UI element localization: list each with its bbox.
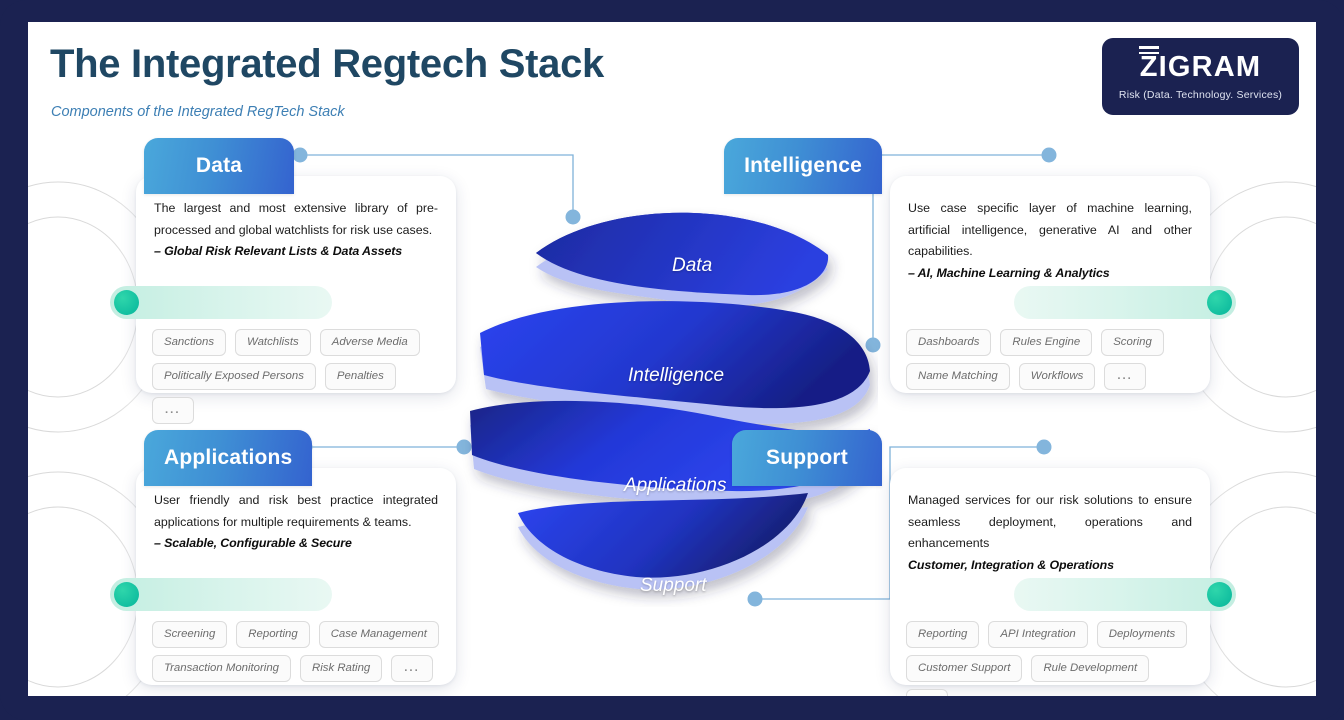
teal-dot-icon bbox=[1207, 290, 1232, 315]
card-data-accent-pill bbox=[110, 286, 332, 319]
card-support-chips: Reporting API Integration Deployments Cu… bbox=[906, 621, 1194, 696]
card-intelligence-tagline: – AI, Machine Learning & Analytics bbox=[908, 265, 1110, 280]
regtech-stack-sphere bbox=[470, 212, 870, 590]
card-intelligence-tab[interactable]: Intelligence bbox=[724, 138, 882, 194]
teal-dot-icon bbox=[1207, 582, 1232, 607]
card-intelligence-chips: Dashboards Rules Engine Scoring Name Mat… bbox=[906, 329, 1194, 390]
card-data-chips: Sanctions Watchlists Adverse Media Polit… bbox=[152, 329, 440, 424]
card-applications-tab[interactable]: Applications bbox=[144, 430, 313, 486]
chip[interactable]: Watchlists bbox=[235, 329, 311, 356]
chip[interactable]: API Integration bbox=[988, 621, 1088, 648]
chip[interactable]: Transaction Monitoring bbox=[152, 655, 292, 682]
chip[interactable]: Sanctions bbox=[152, 329, 227, 356]
chip-more-button[interactable]: ... bbox=[906, 689, 948, 696]
chip[interactable]: Rule Development bbox=[1031, 655, 1150, 682]
chip[interactable]: Reporting bbox=[906, 621, 980, 648]
card-data-tab[interactable]: Data bbox=[144, 138, 294, 194]
chip[interactable]: Scoring bbox=[1101, 329, 1164, 356]
teal-dot-icon bbox=[114, 582, 139, 607]
card-intelligence-accent-pill bbox=[1014, 286, 1236, 319]
logo-zbar-icon bbox=[1138, 45, 1159, 49]
chip[interactable]: Dashboards bbox=[906, 329, 992, 356]
card-support-description-text: Managed services for our risk solutions … bbox=[908, 493, 1192, 550]
chip[interactable]: Screening bbox=[152, 621, 228, 648]
teal-dot-icon bbox=[114, 290, 139, 315]
logo-tagline: Risk (Data. Technology. Services) bbox=[1118, 88, 1283, 101]
card-intelligence-description: Use case specific layer of machine learn… bbox=[908, 198, 1192, 284]
chip-more-button[interactable]: ... bbox=[391, 655, 433, 682]
chip[interactable]: Case Management bbox=[318, 621, 439, 648]
chip[interactable]: Adverse Media bbox=[319, 329, 420, 356]
card-intelligence-title: Intelligence bbox=[744, 154, 862, 177]
slide-frame: The Integrated Regtech Stack Components … bbox=[0, 0, 1344, 720]
card-data-description-text: The largest and most extensive library o… bbox=[154, 201, 438, 237]
page-title: The Integrated Regtech Stack bbox=[50, 42, 604, 86]
chip[interactable]: Customer Support bbox=[906, 655, 1023, 682]
chip[interactable]: Workflows bbox=[1018, 363, 1096, 390]
card-applications-title: Applications bbox=[164, 446, 293, 469]
card-data-body: The largest and most extensive library o… bbox=[110, 176, 456, 424]
logo-zbar-icon bbox=[1138, 51, 1159, 54]
chip[interactable]: Rules Engine bbox=[1000, 329, 1093, 356]
card-applications-tagline: – Scalable, Configurable & Secure bbox=[154, 536, 352, 550]
chip-more-button[interactable]: ... bbox=[152, 397, 194, 424]
card-applications-body: User friendly and risk best practice int… bbox=[110, 468, 456, 685]
card-intelligence-description-text: Use case specific layer of machine learn… bbox=[908, 201, 1192, 258]
card-support-tab[interactable]: Support bbox=[732, 430, 882, 486]
chip[interactable]: Penalties bbox=[324, 363, 396, 390]
card-applications-description-text: User friendly and risk best practice int… bbox=[154, 493, 438, 529]
page-subtitle: Components of the Integrated RegTech Sta… bbox=[51, 104, 345, 120]
chip[interactable]: Risk Rating bbox=[300, 655, 383, 682]
logo-wordmark: ZIGRAM bbox=[1138, 45, 1262, 82]
chip[interactable]: Reporting bbox=[236, 621, 310, 648]
card-data-tagline: – Global Risk Relevant Lists & Data Asse… bbox=[154, 244, 403, 258]
card-support-tagline: Customer, Integration & Operations bbox=[908, 557, 1114, 572]
card-applications-accent-pill bbox=[110, 578, 332, 611]
chip-more-button[interactable]: ... bbox=[1104, 363, 1146, 390]
chip[interactable]: Deployments bbox=[1096, 621, 1188, 648]
card-intelligence-body: Use case specific layer of machine learn… bbox=[890, 176, 1236, 393]
chip[interactable]: Name Matching bbox=[906, 363, 1010, 390]
card-applications-description: User friendly and risk best practice int… bbox=[154, 490, 438, 555]
card-support-body: Managed services for our risk solutions … bbox=[890, 468, 1236, 696]
card-data-title: Data bbox=[195, 154, 243, 177]
card-applications-chips: Screening Reporting Case Management Tran… bbox=[152, 621, 440, 682]
zigram-logo: ZIGRAM Risk (Data. Technology. Services) bbox=[1102, 38, 1299, 115]
card-support-description: Managed services for our risk solutions … bbox=[908, 490, 1192, 576]
card-support-accent-pill bbox=[1014, 578, 1236, 611]
card-data-description: The largest and most extensive library o… bbox=[154, 198, 438, 263]
chip[interactable]: Politically Exposed Persons bbox=[152, 363, 316, 390]
slide-canvas: The Integrated Regtech Stack Components … bbox=[28, 22, 1316, 696]
card-support-title: Support bbox=[766, 446, 848, 469]
